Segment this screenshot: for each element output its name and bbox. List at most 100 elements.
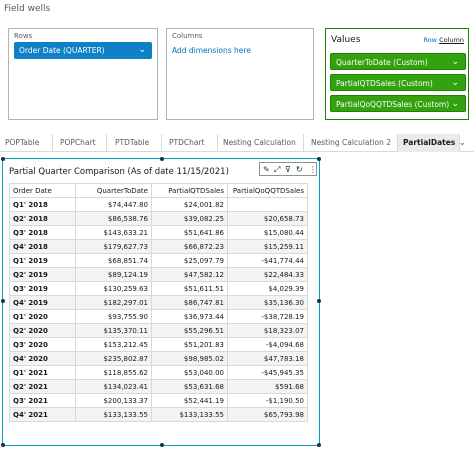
chevron-down-icon[interactable]: ⌄ — [451, 54, 459, 71]
table-cell[interactable]: $25,097.79 — [151, 253, 228, 268]
tab-ptdtable[interactable]: PTDTable — [110, 134, 162, 152]
toggle-column[interactable]: Column — [439, 36, 464, 44]
table-cell[interactable]: $89,124.19 — [75, 267, 152, 282]
table-cell[interactable]: $47,783.18 — [227, 351, 308, 366]
table-cell[interactable]: $153,212.45 — [75, 337, 152, 352]
table-visual[interactable]: Partial Quarter Comparison (As of date 1… — [1, 157, 321, 447]
table-cell[interactable]: $53,040.00 — [151, 365, 228, 380]
table-cell[interactable]: $98,985.02 — [151, 351, 228, 366]
table-cell[interactable]: $86,538.76 — [75, 211, 152, 226]
resize-handle[interactable] — [160, 157, 164, 161]
order-date-pill[interactable]: Order Date (QUARTER) ⌄ — [14, 42, 152, 59]
resize-handle[interactable] — [1, 443, 5, 447]
tab-nesting-calculation-2[interactable]: Nesting Calculation 2 — [306, 134, 398, 152]
row-header-cell[interactable]: Q2' 2018 — [9, 211, 76, 226]
resize-handle[interactable] — [317, 443, 321, 447]
table-cell[interactable]: $18,323.07 — [227, 323, 308, 338]
row-header-cell[interactable]: Q3' 2018 — [9, 225, 76, 240]
table-cell[interactable]: $24,001.82 — [151, 197, 228, 212]
row-header-cell[interactable]: Q2' 2020 — [9, 323, 76, 338]
table-cell[interactable]: $133,133.55 — [75, 407, 152, 422]
tab-ptdchart[interactable]: PTDChart — [164, 134, 218, 152]
table-cell[interactable]: $52,441.19 — [151, 393, 228, 408]
table-cell[interactable]: $35,136.30 — [227, 295, 308, 310]
chevron-down-icon[interactable]: ⌄ — [458, 134, 466, 152]
tab-poptable[interactable]: POPTable — [0, 134, 53, 152]
table-cell[interactable]: $68,851.74 — [75, 253, 152, 268]
values-well[interactable]: Values Row Column QuarterToDate (Custom)… — [325, 28, 469, 120]
column-header[interactable]: PartialQoQQTDSales — [227, 183, 308, 198]
more-icon[interactable]: ⋮ — [309, 163, 317, 176]
table-cell[interactable]: $74,447.80 — [75, 197, 152, 212]
table-cell[interactable]: $65,793.98 — [227, 407, 308, 422]
table-cell[interactable]: $4,029.39 — [227, 281, 308, 296]
row-header-cell[interactable]: Q4' 2020 — [9, 351, 76, 366]
table-cell[interactable]: $20,658.73 — [227, 211, 308, 226]
value-pill-partialqtdsales[interactable]: PartialQTDSales (Custom) ⌄ — [330, 74, 466, 91]
row-header-cell[interactable]: Q2' 2021 — [9, 379, 76, 394]
chevron-down-icon[interactable]: ⌄ — [451, 75, 459, 92]
table-cell[interactable]: $22,484.33 — [227, 267, 308, 282]
table-cell[interactable]: $118,855.62 — [75, 365, 152, 380]
rows-well[interactable]: Rows Order Date (QUARTER) ⌄ — [8, 28, 158, 120]
table-cell[interactable]: $200,133.37 — [75, 393, 152, 408]
table-cell[interactable]: $86,747.81 — [151, 295, 228, 310]
row-header-cell[interactable]: Q4' 2018 — [9, 239, 76, 254]
table-cell[interactable]: $135,370.11 — [75, 323, 152, 338]
table-cell[interactable]: $55,296.51 — [151, 323, 228, 338]
chevron-down-icon[interactable]: ⌄ — [138, 42, 146, 59]
filter-icon[interactable]: ⊽ — [285, 163, 291, 176]
row-header-cell[interactable]: Q3' 2019 — [9, 281, 76, 296]
table-cell[interactable]: $134,023.41 — [75, 379, 152, 394]
resize-handle[interactable] — [317, 299, 321, 303]
table-cell[interactable]: $179,627.73 — [75, 239, 152, 254]
chevron-down-icon[interactable]: ⌄ — [451, 96, 459, 113]
resize-handle[interactable] — [160, 443, 164, 447]
toggle-row[interactable]: Row — [423, 36, 437, 44]
refresh-icon[interactable]: ↻ — [296, 163, 303, 176]
tab-nesting-calculation[interactable]: Nesting Calculation — [218, 134, 304, 152]
resize-handle[interactable] — [1, 299, 5, 303]
table-cell[interactable]: -$1,190.50 — [227, 393, 308, 408]
table-cell[interactable]: $591.68 — [227, 379, 308, 394]
table-cell[interactable]: $39,082.25 — [151, 211, 228, 226]
row-header-cell[interactable]: Q1' 2021 — [9, 365, 76, 380]
table-cell[interactable]: $182,297.01 — [75, 295, 152, 310]
row-header-cell[interactable]: Q1' 2019 — [9, 253, 76, 268]
row-header-cell[interactable]: Q4' 2021 — [9, 407, 76, 422]
tab-popchart[interactable]: POPChart — [55, 134, 107, 152]
columns-well[interactable]: Columns Add dimensions here — [166, 28, 314, 120]
table-cell[interactable]: $36,973.44 — [151, 309, 228, 324]
table-cell[interactable]: $235,802.87 — [75, 351, 152, 366]
table-cell[interactable]: $47,582.12 — [151, 267, 228, 282]
table-cell[interactable]: -$4,094.68 — [227, 337, 308, 352]
value-pill-partialqoqqtdsales[interactable]: PartialQoQQTDSales (Custom) ⌄ — [330, 95, 466, 112]
resize-handle[interactable] — [317, 157, 321, 161]
table-cell[interactable]: -$45,945.35 — [227, 365, 308, 380]
resize-handle[interactable] — [1, 157, 5, 161]
add-dimensions-placeholder[interactable]: Add dimensions here — [172, 46, 251, 55]
table-cell[interactable]: $133,133.55 — [151, 407, 228, 422]
expand-icon[interactable]: ⤢ — [274, 163, 280, 176]
row-header-cell[interactable]: Q4' 2019 — [9, 295, 76, 310]
visual-title[interactable]: Partial Quarter Comparison (As of date 1… — [9, 167, 229, 177]
table-cell[interactable]: $51,641.86 — [151, 225, 228, 240]
table-cell[interactable]: $51,201.83 — [151, 337, 228, 352]
tab-partialdates[interactable]: PartialDates — [398, 134, 460, 152]
table-cell[interactable]: $15,259.11 — [227, 239, 308, 254]
table-cell[interactable]: $53,631.68 — [151, 379, 228, 394]
table-cell[interactable]: $130,259.63 — [75, 281, 152, 296]
row-header-cell[interactable]: Q1' 2020 — [9, 309, 76, 324]
table-cell[interactable]: -$38,728.19 — [227, 309, 308, 324]
pencil-icon[interactable]: ✎ — [263, 163, 270, 176]
column-header[interactable]: PartialQTDSales — [151, 183, 228, 198]
row-header-cell[interactable]: Q3' 2021 — [9, 393, 76, 408]
row-column-toggle[interactable]: Row Column — [423, 36, 464, 44]
value-pill-quartertodate[interactable]: QuarterToDate (Custom) ⌄ — [330, 53, 466, 70]
row-header-cell[interactable]: Q3' 2020 — [9, 337, 76, 352]
column-header[interactable]: Order Date — [9, 183, 76, 198]
row-header-cell[interactable]: Q2' 2019 — [9, 267, 76, 282]
table-cell[interactable]: $51,611.51 — [151, 281, 228, 296]
table-cell[interactable] — [227, 197, 308, 212]
table-cell[interactable]: $93,755.90 — [75, 309, 152, 324]
